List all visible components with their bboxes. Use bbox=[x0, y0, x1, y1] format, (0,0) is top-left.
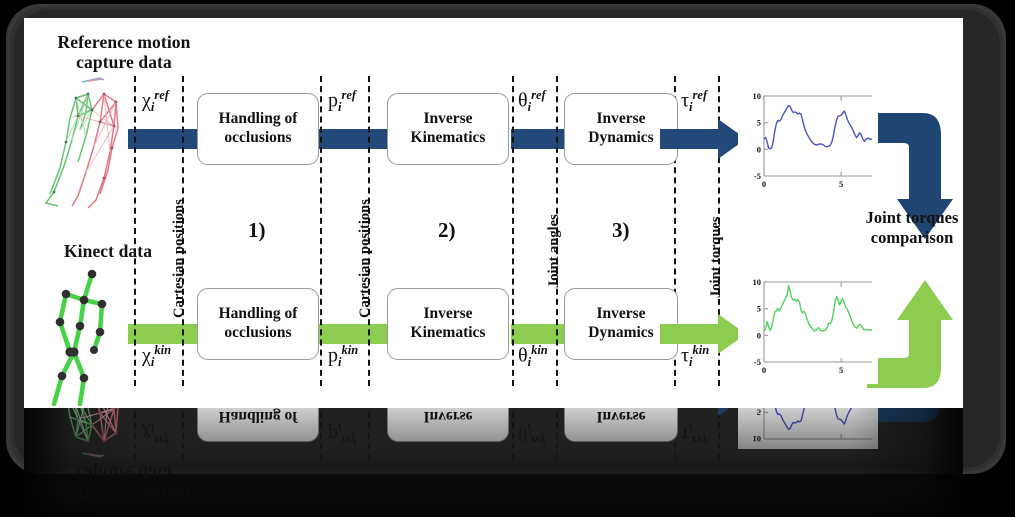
box-reference-handling-of-occlusions[interactable]: Handling of occlusions bbox=[197, 93, 319, 165]
svg-text:10: 10 bbox=[753, 91, 762, 101]
symbol-tau-kin: τikin bbox=[681, 343, 710, 370]
reference-joint-torque-plot: -5051005 bbox=[738, 86, 878, 198]
svg-text:-5: -5 bbox=[754, 357, 761, 367]
box-label: Inverse Dynamics bbox=[588, 110, 654, 146]
kinect-joint-torque-plot: -5 0 5 10 0 5 bbox=[738, 272, 878, 384]
channel-label-joint-angles: Joint angles bbox=[546, 214, 562, 288]
stage-number-3: 3) bbox=[612, 218, 630, 242]
symbol-p-ref: piref bbox=[328, 88, 357, 115]
svg-text:0: 0 bbox=[757, 330, 761, 340]
slide-reflection: Reference motion capture data Kinect dat… bbox=[24, 408, 963, 517]
reference-torque-arrow bbox=[660, 119, 748, 159]
box-kinect-handling-of-occlusions[interactable]: Handling of occlusions bbox=[197, 288, 319, 360]
kinect-bar-segment-3 bbox=[511, 324, 571, 344]
symbol-theta-kin: θikin bbox=[518, 343, 548, 370]
separator-theta-left bbox=[512, 76, 514, 386]
joint-torques-comparison-label: Joint torques comparison bbox=[865, 208, 959, 247]
svg-text:5: 5 bbox=[839, 179, 843, 189]
svg-text:5: 5 bbox=[839, 365, 843, 375]
svg-text:5: 5 bbox=[757, 304, 761, 314]
symbol-chi-ref: χiref bbox=[142, 88, 169, 115]
reflection-side-fade bbox=[24, 408, 963, 517]
box-label: Inverse Kinematics bbox=[410, 110, 486, 146]
reference-bar-segment-3 bbox=[511, 129, 571, 149]
stage-number-1: 1) bbox=[248, 218, 266, 242]
svg-text:0: 0 bbox=[762, 365, 766, 375]
channel-label-joint-torques: Joint torques bbox=[708, 216, 724, 298]
svg-text:0: 0 bbox=[757, 144, 761, 154]
stage-number-2: 2) bbox=[438, 218, 456, 242]
symbol-chi-kin: χikin bbox=[142, 343, 172, 370]
svg-text:10: 10 bbox=[753, 277, 762, 287]
box-label: Handling of occlusions bbox=[218, 110, 298, 146]
separator-p-left bbox=[320, 76, 322, 386]
reference-data-title: Reference motion capture data bbox=[57, 32, 191, 73]
symbol-tau-ref: τiref bbox=[681, 88, 708, 115]
symbol-p-kin: pikin bbox=[328, 343, 359, 370]
kinect-data-title: Kinect data bbox=[63, 241, 153, 261]
symbol-theta-ref: θiref bbox=[518, 88, 546, 115]
box-label: Inverse Kinematics bbox=[410, 305, 486, 341]
channel-label-cartesian-positions-1: Cartesian positions bbox=[171, 199, 187, 318]
channel-label-cartesian-positions-2: Cartesian positions bbox=[357, 199, 373, 318]
svg-text:-5: -5 bbox=[754, 171, 761, 181]
kinect-comparison-arrow bbox=[867, 276, 953, 388]
box-label: Handling of occlusions bbox=[218, 305, 298, 341]
slide-canvas: Reference motion capture data Kinect dat… bbox=[24, 18, 963, 408]
separator-chi-left bbox=[134, 76, 136, 386]
screenshot-frame: Reference motion capture data Kinect dat… bbox=[0, 0, 1015, 517]
box-reference-inverse-kinematics[interactable]: Inverse Kinematics bbox=[387, 93, 509, 165]
svg-text:5: 5 bbox=[757, 118, 761, 128]
box-label: Inverse Dynamics bbox=[588, 305, 654, 341]
svg-text:0: 0 bbox=[762, 179, 766, 189]
box-kinect-inverse-kinematics[interactable]: Inverse Kinematics bbox=[387, 288, 509, 360]
